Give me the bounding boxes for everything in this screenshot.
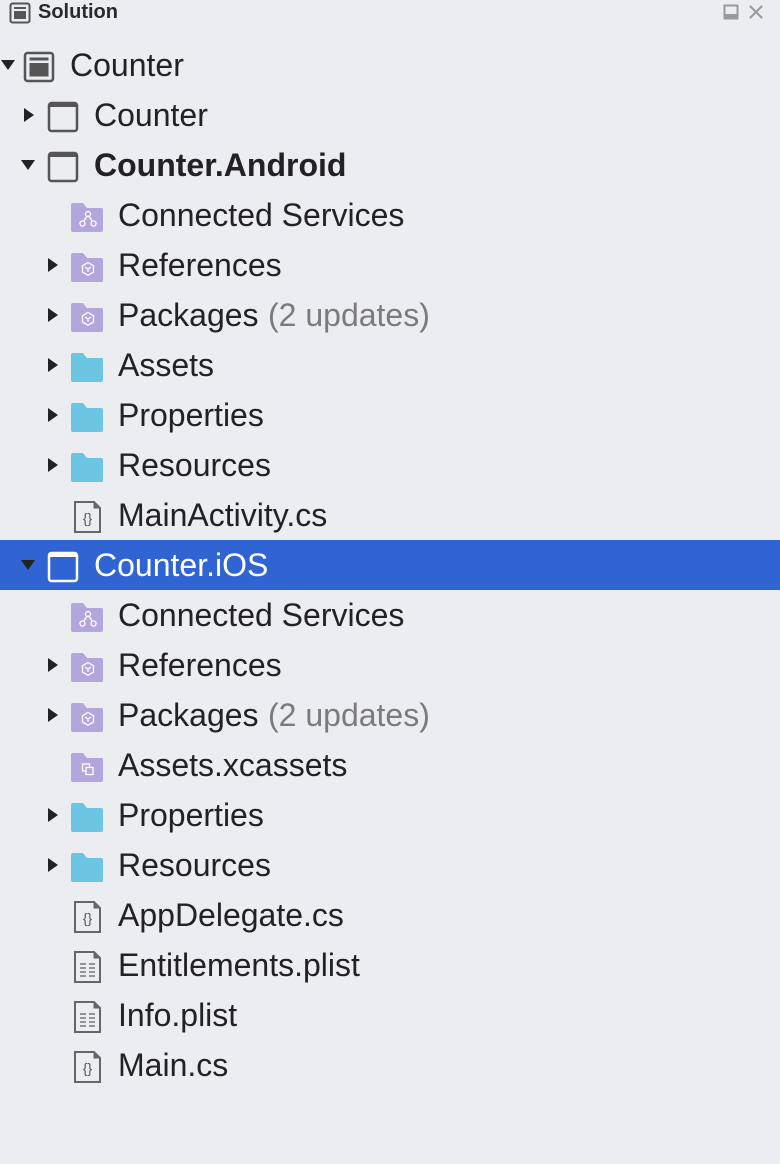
- tree-item-label: Info.plist: [118, 997, 238, 1033]
- disclosure-collapsed-icon[interactable]: [44, 857, 60, 873]
- tree-row[interactable]: References: [0, 640, 780, 690]
- tree-item-label: Properties: [118, 397, 264, 433]
- tree-item-label: Packages: [118, 297, 259, 333]
- csharp-file-icon: {}: [70, 1048, 104, 1083]
- tree-item-label: Properties: [118, 797, 264, 833]
- connected-services-folder-icon: [70, 198, 104, 232]
- disclosure-collapsed-icon[interactable]: [44, 707, 60, 723]
- solution-tree[interactable]: Counter Counter Counter.Android Connected S…: [0, 40, 780, 1090]
- asset-catalog-folder-icon: [70, 748, 104, 782]
- tree-item-label: Counter: [70, 47, 184, 83]
- tree-row[interactable]: Assets.xcassets: [0, 740, 780, 790]
- updates-count-label: (2 updates): [268, 697, 430, 733]
- tree-row[interactable]: Resources: [0, 840, 780, 890]
- packages-folder-icon: [70, 698, 104, 732]
- disclosure-collapsed-icon[interactable]: [44, 407, 60, 423]
- tree-item-label: MainActivity.cs: [118, 497, 328, 533]
- plist-file-icon: [70, 998, 104, 1033]
- connected-services-folder-icon: [70, 598, 104, 632]
- updates-count-label: (2 updates): [268, 297, 430, 333]
- csharp-file-icon: {}: [70, 898, 104, 933]
- tree-item-label: Counter: [94, 97, 208, 133]
- tree-item-label: Main.cs: [118, 1047, 229, 1083]
- tree-row[interactable]: Packages (2 updates): [0, 690, 780, 740]
- folder-icon: [70, 848, 104, 882]
- tree-item-label: Assets: [118, 347, 215, 383]
- disclosure-expanded-icon[interactable]: [0, 57, 16, 73]
- disclosure-expanded-icon[interactable]: [20, 557, 36, 573]
- tree-item-label: Resources: [118, 847, 271, 883]
- disclosure-collapsed-icon[interactable]: [44, 807, 60, 823]
- disclosure-collapsed-icon[interactable]: [44, 457, 60, 473]
- references-folder-icon: [70, 248, 104, 282]
- tree-item-label: Packages: [118, 697, 259, 733]
- svg-text:{}: {}: [83, 510, 93, 526]
- tree-row[interactable]: Packages (2 updates): [0, 290, 780, 340]
- solution-pad-icon: [9, 2, 31, 24]
- project-icon: [46, 148, 80, 183]
- disclosure-collapsed-icon[interactable]: [44, 257, 60, 273]
- disclosure-collapsed-icon[interactable]: [20, 107, 36, 123]
- references-folder-icon: [70, 648, 104, 682]
- tree-row[interactable]: Resources: [0, 440, 780, 490]
- folder-icon: [70, 348, 104, 382]
- tree-row[interactable]: Connected Services: [0, 590, 780, 640]
- tree-item-label: Connected Services: [118, 597, 405, 633]
- close-icon[interactable]: [748, 4, 764, 20]
- tree-row[interactable]: Counter.Android: [0, 140, 780, 190]
- tree-item-label: Entitlements.plist: [118, 947, 360, 983]
- pad-title: Solution: [38, 1, 118, 23]
- tree-item-label: Counter.Android: [94, 147, 347, 183]
- svg-text:{}: {}: [83, 910, 93, 926]
- tree-row[interactable]: Counter.iOS: [0, 540, 780, 590]
- tree-row[interactable]: Info.plist: [0, 990, 780, 1040]
- tree-row[interactable]: {} MainActivity.cs: [0, 490, 780, 540]
- project-icon: [46, 548, 80, 583]
- tree-item-label: References: [118, 247, 282, 283]
- folder-icon: [70, 398, 104, 432]
- folder-icon: [70, 798, 104, 832]
- tree-item-label: Assets.xcassets: [118, 747, 348, 783]
- project-icon: [46, 98, 80, 133]
- tree-row[interactable]: References: [0, 240, 780, 290]
- tree-row[interactable]: Properties: [0, 390, 780, 440]
- tree-item-label: AppDelegate.cs: [118, 897, 344, 933]
- solution-icon: [22, 48, 56, 83]
- tree-item-label: References: [118, 647, 282, 683]
- tree-item-label: Connected Services: [118, 197, 405, 233]
- tree-row[interactable]: Counter: [0, 90, 780, 140]
- disclosure-collapsed-icon[interactable]: [44, 357, 60, 373]
- packages-folder-icon: [70, 298, 104, 332]
- tree-row[interactable]: Properties: [0, 790, 780, 840]
- maximize-icon[interactable]: [723, 4, 739, 20]
- tree-row[interactable]: Connected Services: [0, 190, 780, 240]
- disclosure-collapsed-icon[interactable]: [44, 307, 60, 323]
- plist-file-icon: [70, 948, 104, 983]
- disclosure-expanded-icon[interactable]: [20, 157, 36, 173]
- folder-icon: [70, 448, 104, 482]
- tree-item-label: Counter.iOS: [94, 547, 269, 583]
- disclosure-collapsed-icon[interactable]: [44, 657, 60, 673]
- csharp-file-icon: {}: [70, 498, 104, 533]
- tree-row[interactable]: Entitlements.plist: [0, 940, 780, 990]
- tree-row[interactable]: Counter: [0, 40, 780, 90]
- tree-row[interactable]: Assets: [0, 340, 780, 390]
- tree-row[interactable]: {} AppDelegate.cs: [0, 890, 780, 940]
- tree-item-label: Resources: [118, 447, 271, 483]
- svg-text:{}: {}: [83, 1060, 93, 1076]
- tree-row[interactable]: {} Main.cs: [0, 1040, 780, 1090]
- solution-pad-header: Solution: [0, 0, 780, 26]
